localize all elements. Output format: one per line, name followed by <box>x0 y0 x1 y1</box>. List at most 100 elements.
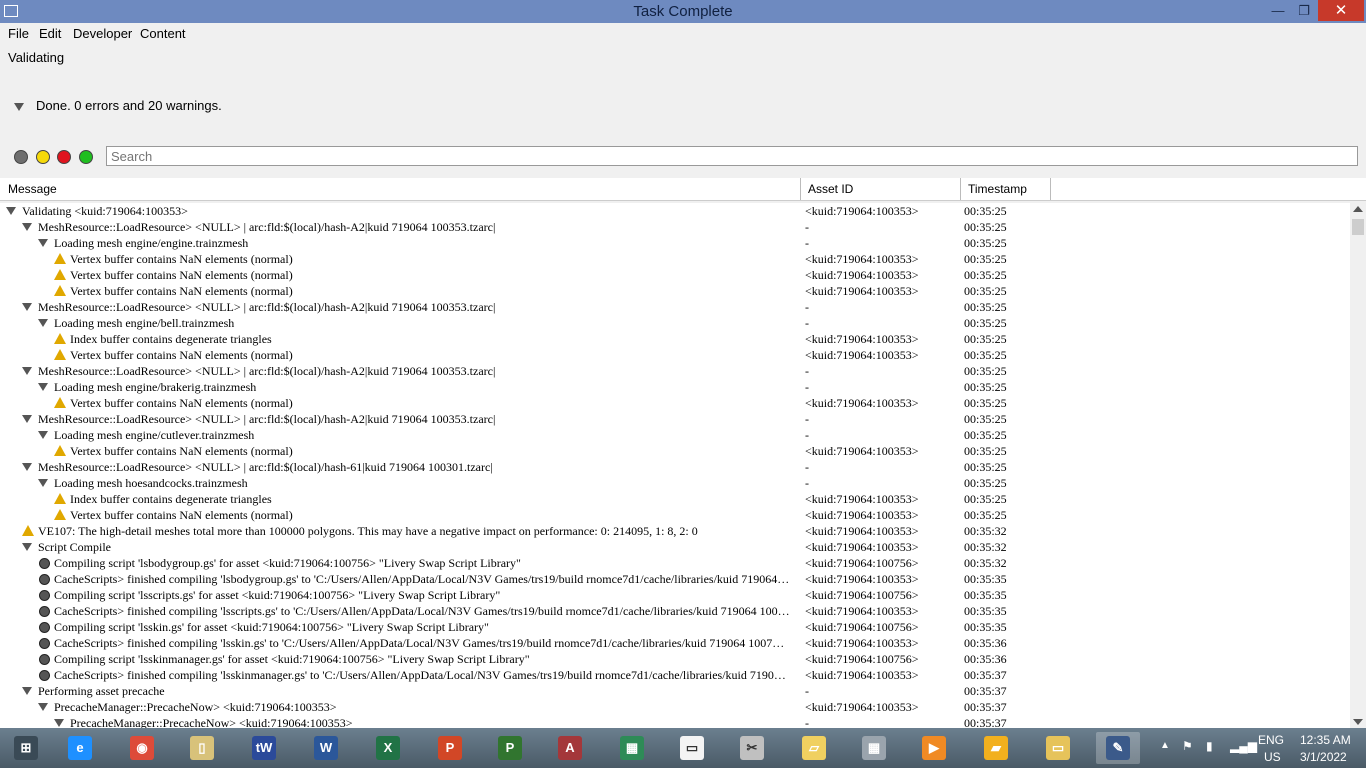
menu-content[interactable]: Content <box>140 26 186 41</box>
table-row[interactable]: Validating <kuid:719064:100353> <kuid:719… <box>0 203 1350 219</box>
table-row[interactable]: Index buffer contains degenerate triangl… <box>0 331 1350 347</box>
table-row[interactable]: PrecacheManager::PrecacheNow> <kuid:7190… <box>0 715 1350 728</box>
table-row[interactable]: Performing asset precache - 00:35:37 <box>0 683 1350 699</box>
scroll-down-icon[interactable] <box>1353 719 1363 725</box>
battery-icon[interactable]: ▮ <box>1206 739 1213 753</box>
table-row[interactable]: Vertex buffer contains NaN elements (nor… <box>0 507 1350 523</box>
expander-triangle-icon[interactable] <box>22 223 32 231</box>
language-indicator[interactable]: ENG <box>1258 733 1284 747</box>
table-row[interactable]: MeshResource::LoadResource> <NULL> | arc… <box>0 411 1350 427</box>
menu-edit[interactable]: Edit <box>39 26 61 41</box>
taskbar-access-button[interactable]: A <box>548 732 592 764</box>
scroll-up-icon[interactable] <box>1353 206 1363 212</box>
table-row[interactable]: Script Compile <kuid:719064:100353> 00:35:… <box>0 539 1350 555</box>
filter-ok-dot[interactable] <box>79 150 93 164</box>
table-row[interactable]: MeshResource::LoadResource> <NULL> | arc… <box>0 363 1350 379</box>
expander-triangle-icon[interactable] <box>22 687 32 695</box>
region-indicator[interactable]: US <box>1264 750 1281 764</box>
table-row[interactable]: MeshResource::LoadResource> <NULL> | arc… <box>0 219 1350 235</box>
expander-triangle-icon[interactable] <box>38 383 48 391</box>
expander-triangle-icon[interactable] <box>22 303 32 311</box>
menu-file[interactable]: File <box>8 26 29 41</box>
table-row[interactable]: Vertex buffer contains NaN elements (nor… <box>0 395 1350 411</box>
table-row[interactable]: MeshResource::LoadResource> <NULL> | arc… <box>0 299 1350 315</box>
table-row[interactable]: Compiling script 'lsskin.gs' for asset <… <box>0 619 1350 635</box>
taskbar-chrome-button[interactable]: ◉ <box>120 732 164 764</box>
table-row[interactable]: Vertex buffer contains NaN elements (nor… <box>0 251 1350 267</box>
column-header-timestamp[interactable]: Timestamp <box>968 182 1027 196</box>
menu-developer[interactable]: Developer <box>73 26 132 41</box>
expander-triangle-icon[interactable] <box>22 543 32 551</box>
taskbar-trainz-button[interactable]: ▰ <box>974 732 1018 764</box>
table-row[interactable]: VE107: The high-detail meshes total more… <box>0 523 1350 539</box>
table-row[interactable]: Vertex buffer contains NaN elements (nor… <box>0 347 1350 363</box>
flag-icon[interactable]: ⚑ <box>1182 739 1193 753</box>
expander-triangle-icon[interactable] <box>38 479 48 487</box>
column-header-asset-id[interactable]: Asset ID <box>808 182 853 196</box>
table-row[interactable]: CacheScripts> finished compiling 'lsskin… <box>0 635 1350 651</box>
expander-triangle-icon[interactable] <box>38 319 48 327</box>
expander-triangle-icon[interactable] <box>54 719 64 727</box>
table-row[interactable]: Vertex buffer contains NaN elements (nor… <box>0 443 1350 459</box>
taskbar-folder-mail-button[interactable]: ▱ <box>792 732 836 764</box>
maximize-button[interactable]: ❐ <box>1292 0 1316 21</box>
scroll-thumb[interactable] <box>1352 219 1364 235</box>
table-row[interactable]: Compiling script 'lsbodygroup.gs' for as… <box>0 555 1350 571</box>
column-divider[interactable] <box>1050 178 1051 200</box>
table-row[interactable]: Vertex buffer contains NaN elements (nor… <box>0 283 1350 299</box>
column-divider[interactable] <box>960 178 961 200</box>
filter-all-dot[interactable] <box>14 150 28 164</box>
close-button[interactable]: ✕ <box>1318 0 1364 21</box>
table-row[interactable]: PrecacheManager::PrecacheNow> <kuid:7190… <box>0 699 1350 715</box>
filter-warnings-dot[interactable] <box>36 150 50 164</box>
expander-triangle-icon[interactable] <box>38 431 48 439</box>
column-header-message[interactable]: Message <box>8 182 57 196</box>
summary-row[interactable]: Done. 0 errors and 20 warnings. <box>14 98 222 113</box>
taskbar-tw-button[interactable]: tW <box>242 732 286 764</box>
taskbar-start-button[interactable]: ⊞ <box>4 732 48 764</box>
collapse-triangle-icon[interactable] <box>14 102 24 111</box>
taskbar-calculator-button[interactable]: ▦ <box>852 732 896 764</box>
taskbar-media-player-button[interactable]: ▶ <box>912 732 956 764</box>
expander-triangle-icon[interactable] <box>38 239 48 247</box>
vertical-scrollbar[interactable] <box>1350 203 1366 728</box>
taskbar-notepad-button[interactable]: ▭ <box>670 732 714 764</box>
taskbar-project-button[interactable]: P <box>488 732 532 764</box>
table-row[interactable]: Compiling script 'lsskinmanager.gs' for … <box>0 651 1350 667</box>
message-tree[interactable]: Validating <kuid:719064:100353> <kuid:719… <box>0 203 1350 728</box>
taskbar-folder-button[interactable]: ▭ <box>1036 732 1080 764</box>
table-row[interactable]: CacheScripts> finished compiling 'lsscri… <box>0 603 1350 619</box>
filter-errors-dot[interactable] <box>57 150 71 164</box>
clock-date[interactable]: 3/1/2022 <box>1300 750 1347 764</box>
table-row[interactable]: CacheScripts> finished compiling 'lsskin… <box>0 667 1350 683</box>
table-row[interactable]: Loading mesh engine/bell.trainzmesh - 00:3… <box>0 315 1350 331</box>
search-input[interactable] <box>106 146 1358 166</box>
table-row[interactable]: Loading mesh engine/engine.trainzmesh - 00… <box>0 235 1350 251</box>
expander-triangle-icon[interactable] <box>38 703 48 711</box>
taskbar-excel-button[interactable]: X <box>366 732 410 764</box>
minimize-button[interactable]: — <box>1266 0 1290 21</box>
taskbar-powerpoint-button[interactable]: P <box>428 732 472 764</box>
expander-triangle-icon[interactable] <box>22 463 32 471</box>
table-row[interactable]: Compiling script 'lsscripts.gs' for asse… <box>0 587 1350 603</box>
network-icon[interactable]: ▂▄▆ <box>1230 739 1257 753</box>
taskbar-file-explorer-button[interactable]: ▯ <box>180 732 224 764</box>
expander-triangle-icon[interactable] <box>6 207 16 215</box>
table-row[interactable]: Vertex buffer contains NaN elements (nor… <box>0 267 1350 283</box>
taskbar-word-button[interactable]: W <box>304 732 348 764</box>
taskbar-map-app-button[interactable]: ▦ <box>610 732 654 764</box>
table-row[interactable]: CacheScripts> finished compiling 'lsbody… <box>0 571 1350 587</box>
tray-overflow-icon[interactable]: ▲ <box>1160 740 1170 751</box>
clock-time[interactable]: 12:35 AM <box>1300 733 1351 747</box>
column-divider[interactable] <box>800 178 801 200</box>
expander-triangle-icon[interactable] <box>22 367 32 375</box>
table-row[interactable]: MeshResource::LoadResource> <NULL> | arc… <box>0 459 1350 475</box>
taskbar-snipping-button[interactable]: ✂ <box>730 732 774 764</box>
taskbar-content-manager-button[interactable]: ✎ <box>1096 732 1140 764</box>
table-row[interactable]: Loading mesh engine/brakerig.trainzmesh -… <box>0 379 1350 395</box>
table-row[interactable]: Loading mesh engine/cutlever.trainzmesh -… <box>0 427 1350 443</box>
taskbar-internet-explorer-button[interactable]: e <box>58 732 102 764</box>
table-row[interactable]: Index buffer contains degenerate triangl… <box>0 491 1350 507</box>
table-row[interactable]: Loading mesh hoesandcocks.trainzmesh - 00:… <box>0 475 1350 491</box>
expander-triangle-icon[interactable] <box>22 415 32 423</box>
